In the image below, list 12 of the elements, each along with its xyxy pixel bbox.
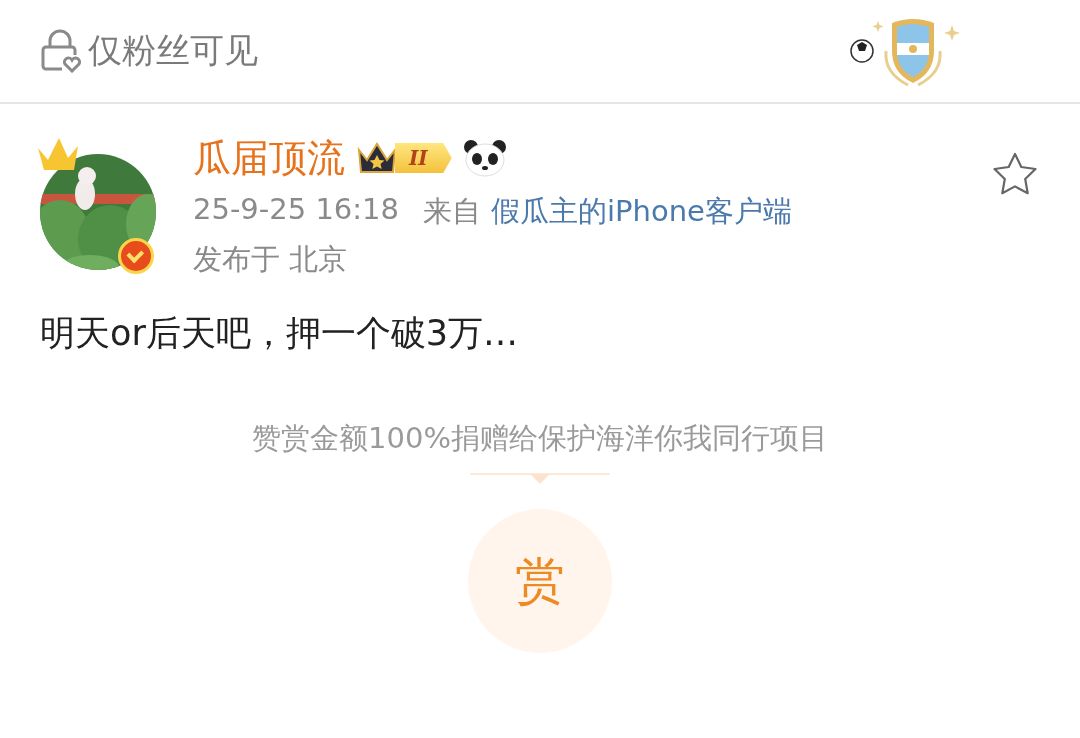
source-link[interactable]: 假瓜主的iPhone客户端 (491, 192, 792, 232)
source-prefix: 来自 (423, 193, 481, 230)
panda-icon (461, 138, 508, 178)
visibility-label: 仅粉丝可见 (88, 29, 258, 72)
post-body: 明天or后天吧，押一个破3万… (40, 312, 520, 355)
post-timestamp: 25-9-25 16:18 (193, 192, 399, 228)
reward-note: 赞赏金额100%捐赠给保护海洋你我同行项目 (252, 420, 828, 457)
author-name[interactable]: 瓜届顶流 (193, 132, 345, 184)
post-location: 发布于 北京 (193, 241, 349, 278)
member-level-badge: II (355, 138, 452, 178)
verified-badge (118, 238, 154, 274)
reward-button[interactable]: 赏 (468, 509, 612, 653)
